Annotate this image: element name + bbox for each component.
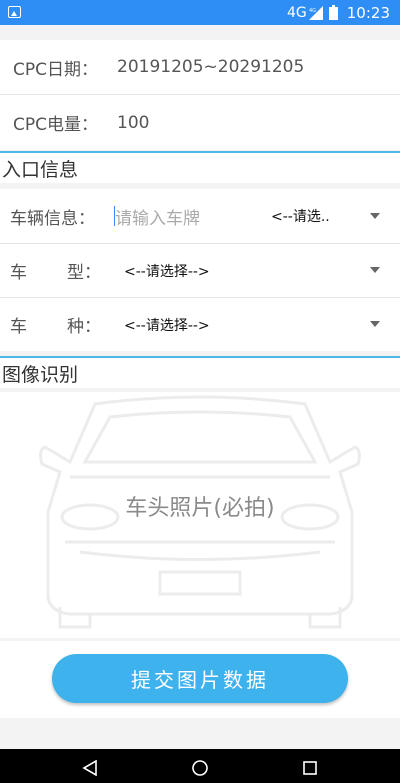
- cpc-battery-row: CPC电量： 100: [0, 95, 400, 150]
- clock: 10:23: [346, 3, 390, 22]
- cpc-date-row: CPC日期： 20191205~20291205: [0, 40, 400, 94]
- status-bar: 4G 4G 10:23: [0, 0, 400, 25]
- front-photo-capture[interactable]: 车头照片(必拍): [0, 392, 400, 638]
- plate-input[interactable]: 请输入车牌: [115, 204, 200, 229]
- vehicle-type-row: 车 型： <--请选择-->: [0, 244, 400, 297]
- vehicle-info-label: 车辆信息：: [10, 208, 95, 229]
- vehicle-type-select[interactable]: <--请选择-->: [124, 261, 210, 281]
- home-icon[interactable]: [191, 759, 209, 777]
- signal-icon: 4G: [308, 5, 323, 20]
- plate-province-select[interactable]: <--请选..: [271, 206, 330, 226]
- vehicle-kind-row: 车 种： <--请选择-->: [0, 298, 400, 351]
- network-type: 4G: [287, 4, 307, 21]
- chevron-down-icon[interactable]: [370, 267, 380, 273]
- vehicle-kind-select[interactable]: <--请选择-->: [124, 315, 210, 335]
- submit-container: 提交图片数据: [0, 641, 400, 718]
- back-icon[interactable]: [82, 760, 98, 776]
- cpc-battery-value: 100: [117, 112, 150, 133]
- chevron-down-icon[interactable]: [370, 321, 380, 327]
- front-photo-label: 车头照片(必拍): [125, 496, 275, 521]
- vehicle-kind-label-2: 种：: [67, 317, 101, 337]
- navigation-bar: [0, 749, 400, 783]
- image-notification-icon: [8, 6, 21, 18]
- entry-section-title: 入口信息: [0, 151, 400, 183]
- image-section-title: 图像识别: [0, 356, 400, 388]
- network-type-small: 4G: [309, 8, 316, 14]
- chevron-down-icon[interactable]: [370, 213, 380, 219]
- submit-image-button[interactable]: 提交图片数据: [52, 654, 348, 703]
- vehicle-type-label-1: 车: [10, 263, 27, 283]
- vehicle-kind-label-1: 车: [10, 317, 27, 337]
- cpc-date-value: 20191205~20291205: [117, 57, 305, 77]
- vehicle-info-row: 车辆信息： 请输入车牌 <--请选..: [0, 189, 400, 243]
- recents-icon[interactable]: [302, 760, 318, 776]
- battery-icon: [328, 5, 338, 20]
- cpc-date-label: CPC日期：: [13, 59, 98, 80]
- vehicle-type-label-2: 型：: [67, 263, 101, 283]
- cpc-battery-label: CPC电量：: [13, 115, 98, 135]
